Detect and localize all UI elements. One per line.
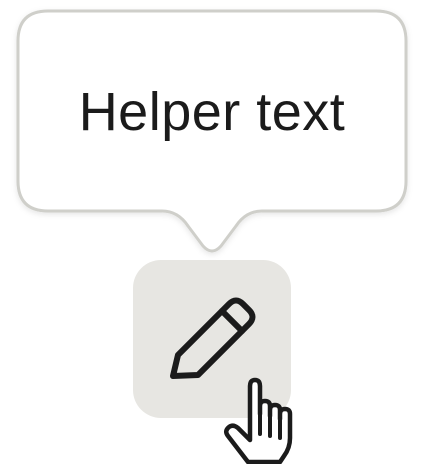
tooltip-demo: Helper text [0,0,424,464]
hand-pointer-icon [224,377,293,464]
tooltip-text: Helper text [78,82,346,142]
